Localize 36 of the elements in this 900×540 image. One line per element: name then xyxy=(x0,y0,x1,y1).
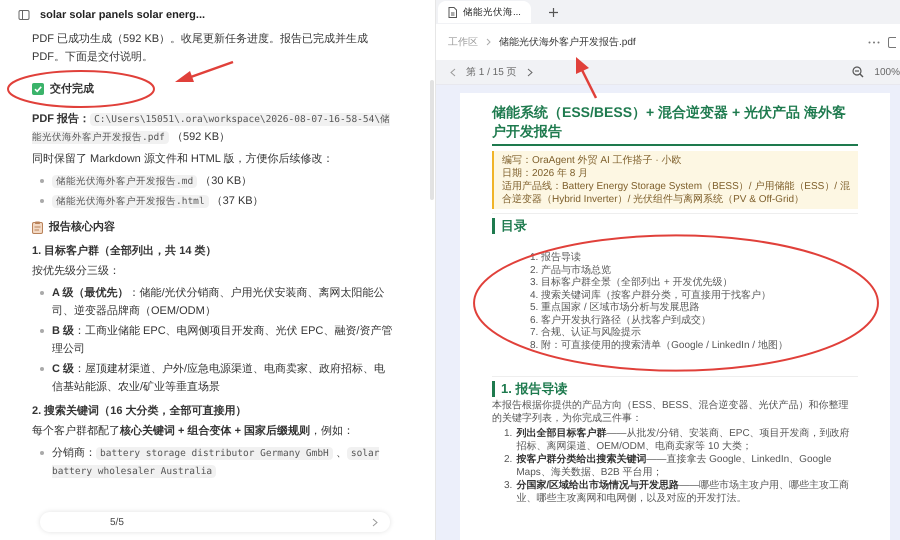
zoom-level: 100% xyxy=(874,66,900,78)
meta-line: 编写：OraAgent 外贸 AI 工作搭子 · 小欧 xyxy=(502,154,682,167)
list-item: 2. 按客户群分类给出搜索关键词——直接拿去 Google、LinkedIn、Google Maps、海关数据、B2B 平台用； xyxy=(504,453,832,479)
paragraph: 按优先级分三级： xyxy=(32,264,121,279)
paragraph: 同时保留了 Markdown 源文件和 HTML 版，方便你后续修改： xyxy=(32,152,335,167)
toc-item: 3. 目标客户群全景（全部列出 + 开发优先级） xyxy=(530,277,734,290)
subheading: 2. 搜索关键词（16 大分类，全部可直接用） xyxy=(32,404,248,419)
subheading: 1. 目标客户群（全部列出，共 14 类） xyxy=(32,244,218,259)
toc-item: 6. 客户开发执行路径（从找客户到成交） xyxy=(530,314,712,326)
list-item: A 级（最优先）：储能/光伏分销商、户用光伏安装商、离网太阳能公司、逆变器品牌商（OEM/ODM） xyxy=(52,286,386,319)
toc-item: 2. 产品与市场总览 xyxy=(530,264,612,276)
toc-heading: 目录 xyxy=(492,218,858,234)
list-item: 3. 分国家/区域给出市场情况与开发思路——哪些市场主攻户用、哪些主攻工商业、哪些主攻离网和电网侧，以及对应的开发打法。 xyxy=(504,479,850,505)
toc-item: 5. 重点国家 / 区域市场分析与发展思路 xyxy=(530,302,700,314)
list-item: C 级：屋顶建材渠道、户外/应急电源渠道、电商卖家、政府招标、电信基站能源、农业/矿业等垂直场景 xyxy=(52,362,386,395)
task-panel[interactable]: 5/5 xyxy=(40,512,390,532)
toc-item: 4. 搜索关键词库（按客户群分类，可直接用于找客户） xyxy=(530,290,772,302)
paragraph: 每个客户群都配了核心关键词 + 组合变体 + 国家后缀规则，例如： xyxy=(32,424,356,439)
paragraph: 本报告根据你提供的产品方向（ESS、BESS、混合逆变器、光伏产品）和你整理的关键字列表，为你完成三件事： xyxy=(492,399,850,425)
section-heading: 交付完成 xyxy=(50,82,94,97)
section-heading: 1. 报告导读 xyxy=(492,381,858,397)
list-item: 1. 列出全部目标客户群——从批发/分销、安装商、EPC、项目开发商，到政府招标、离网渠道、OEM/ODM、电商卖家等 10 大类； xyxy=(504,427,851,453)
meta-line: 适用产品线：Battery Energy Storage System（BESS）/ 户用储能（ESS）/ 混合逆变器（Hybrid Inverter）/ 光伏组件与离网系统（PV & Off-Grid） xyxy=(502,180,850,206)
toc-item: 8. 附：可直接使用的搜索清单（Google / LinkedIn / 地图） xyxy=(530,340,789,352)
paragraph: PDF 已成功生成（592 KB）。收尾更新任务进度。报告已完成并生成 PDF。下面是交付说明。 xyxy=(32,32,370,65)
page-indicator: 第 1 / 15 页 xyxy=(466,66,517,79)
list-item: B 级：工商业储能 EPC、电网侧项目开发商、光伏 EPC、融资/资产管理公司 xyxy=(52,324,394,357)
toc-item: 7. 合规、认证与风险提示 xyxy=(530,327,642,340)
file-tab[interactable]: 储能光伏海... xyxy=(438,1,531,23)
paragraph: PDF 报告： C:\Users\15051\.ora\workspace\2026-08-07-16-58-54\储能光伏海外客户开发报告.pdf （592 KB） xyxy=(32,112,392,146)
list-item: 分销商： battery storage distributor Germany GmbH 、 solar battery wholesaler Australia xyxy=(52,446,380,480)
section-heading: 报告核心内容 xyxy=(49,220,115,235)
breadcrumb-item[interactable]: 储能光伏海外客户开发报告.pdf xyxy=(499,35,636,49)
document-title: 储能系统（ESS/BESS）+ 混合逆变器 + 光伏产品 海外客户开发报告 xyxy=(492,103,858,146)
chat-title: solar solar panels solar energ... xyxy=(40,9,206,21)
meta-line: 日期：2026 年 8 月 xyxy=(502,167,590,180)
